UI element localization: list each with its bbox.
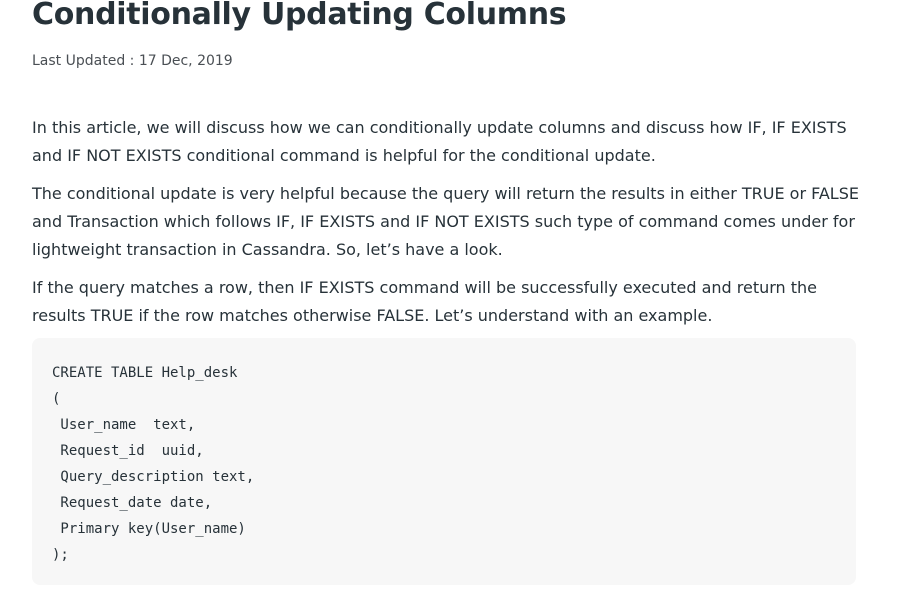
code-content: CREATE TABLE Help_desk( User_name text, … [52, 360, 254, 568]
article-title: Conditionally Updating Columns [32, 0, 567, 32]
last-updated: Last Updated : 17 Dec, 2019 [32, 53, 233, 69]
code-line: Primary key(User_name) [52, 521, 246, 537]
paragraph-if-exists: If the query matches a row, then IF EXIS… [32, 278, 818, 325]
code-line: Query_description text, [52, 469, 255, 485]
code-line: CREATE TABLE Help_desk [52, 365, 238, 381]
code-line: Request_id uuid, [52, 443, 204, 459]
last-updated-date: 17 Dec, 2019 [138, 53, 233, 69]
code-line: Request_date date, [52, 495, 213, 511]
last-updated-label: Last Updated : [32, 53, 139, 69]
code-line: ); [52, 547, 69, 563]
code-line: User_name text, [52, 417, 196, 433]
paragraph-intro: In this article, we will discuss how we … [32, 118, 847, 165]
paragraph-conditional-update: The conditional update is very helpful b… [32, 184, 859, 259]
code-line: ( [52, 391, 61, 407]
code-block[interactable]: CREATE TABLE Help_desk( User_name text, … [32, 338, 856, 585]
